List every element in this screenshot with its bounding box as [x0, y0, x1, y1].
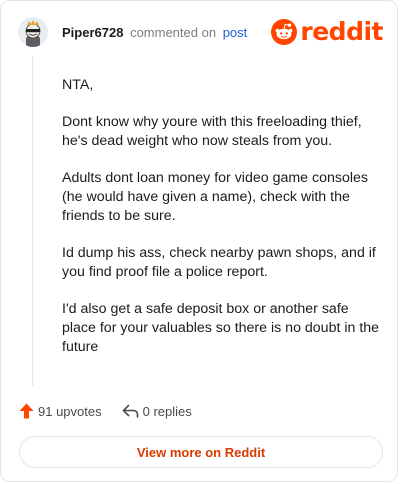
upvote-arrow-icon [19, 403, 34, 419]
comment-body: NTA, Dont know why youre with this freel… [62, 76, 380, 375]
reddit-snoo-icon [271, 19, 298, 45]
replies-button[interactable]: 0 replies [122, 404, 192, 419]
comment-paragraph: Adults dont loan money for video game co… [62, 170, 369, 224]
comment-card: Piper6728 commented on post reddit NTA, … [0, 0, 398, 482]
reply-arrow-icon [122, 404, 138, 418]
upvote-count: 91 upvotes [38, 403, 102, 419]
commented-on-text: commented on [130, 25, 217, 40]
comment-paragraph: Id dump his ass, check nearby pawn shops… [62, 245, 376, 280]
comment-paragraph: Dont know why youre with this freeloadin… [62, 114, 362, 149]
post-link[interactable]: post [223, 25, 248, 40]
comment-paragraph: NTA, [62, 77, 94, 93]
user-avatar[interactable] [18, 17, 48, 47]
reply-count: 0 replies [142, 403, 192, 419]
thread-line [32, 56, 33, 386]
upvote-button[interactable]: 91 upvotes [19, 403, 102, 419]
reddit-wordmark: reddit [300, 17, 383, 46]
comment-header: Piper6728 commented on post [62, 25, 247, 41]
reddit-logo[interactable]: reddit [271, 19, 383, 45]
view-more-button[interactable]: View more on Reddit [19, 436, 383, 468]
comment-actions: 91 upvotes 0 replies [19, 403, 192, 419]
username-link[interactable]: Piper6728 [62, 25, 123, 40]
comment-paragraph: I'd also get a safe deposit box or anoth… [62, 301, 380, 355]
